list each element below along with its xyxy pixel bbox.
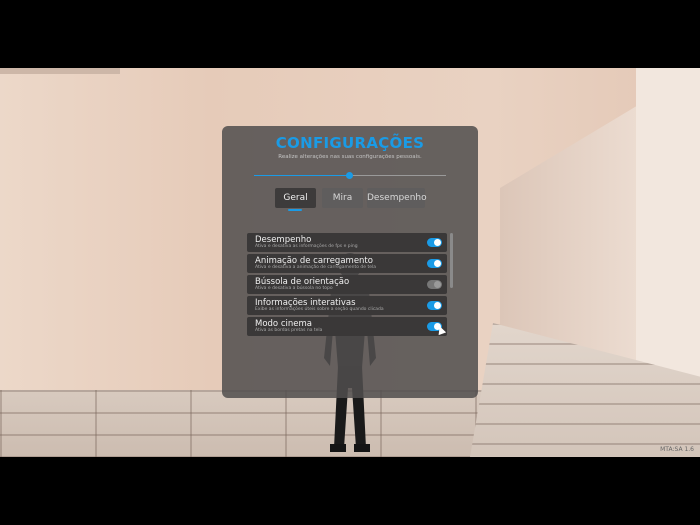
- tab-geral-label: Geral: [283, 193, 308, 203]
- toggle-knob: [434, 302, 441, 309]
- tab-mira-label: Mira: [332, 193, 353, 203]
- toggle-knob: [434, 281, 441, 288]
- settings-scrollbar[interactable]: [450, 233, 453, 288]
- active-tab-indicator: [288, 209, 302, 211]
- setting-description: Ativa e desativa a animação de carregame…: [255, 265, 377, 270]
- toggle-informacoes[interactable]: [427, 301, 442, 310]
- settings-slider-thumb[interactable]: [346, 172, 353, 179]
- toggle-desempenho[interactable]: [427, 238, 442, 247]
- settings-panel: CONFIGURAÇÕES Realize alterações nas sua…: [222, 126, 478, 398]
- setting-row-animacao: Animação de carregamento Ativa e desativ…: [247, 254, 447, 273]
- settings-title: CONFIGURAÇÕES: [275, 134, 425, 152]
- toggle-bussola[interactable]: [427, 280, 442, 289]
- setting-row-informacoes: Informações interativas Exibe as informa…: [247, 296, 447, 315]
- toggle-knob: [434, 260, 441, 267]
- ceiling-strip: [0, 68, 120, 74]
- setting-row-modo-cinema: Modo cinema Ativa as bordas pretas na te…: [247, 317, 447, 336]
- setting-description: Ativa e desativa a bússola no topo: [255, 286, 333, 291]
- settings-subtitle: Realize alterações nas suas configuraçõe…: [278, 154, 422, 160]
- toggle-knob: [434, 239, 441, 246]
- tab-desempenho[interactable]: Desempenho: [367, 188, 427, 208]
- version-watermark: MTA:SA 1.6: [660, 446, 694, 453]
- right-pillar: [636, 68, 700, 408]
- toggle-animacao[interactable]: [427, 259, 442, 268]
- setting-row-bussola: Bússola de orientação Ativa e desativa a…: [247, 275, 447, 294]
- settings-list: Desempenho Ativa e desativa as informaçõ…: [247, 233, 453, 338]
- letterbox-bottom: [0, 457, 700, 525]
- setting-description: Exibe as informações úteis sobre a seção…: [255, 307, 384, 312]
- setting-description: Ativa as bordas pretas na tela: [255, 328, 323, 333]
- setting-description: Ativa e desativa as informações de fps e…: [255, 244, 358, 249]
- tab-desempenho-label: Desempenho: [367, 193, 427, 203]
- tab-mira[interactable]: Mira: [322, 188, 363, 208]
- setting-row-desempenho: Desempenho Ativa e desativa as informaçõ…: [247, 233, 447, 252]
- settings-slider-fill: [254, 175, 350, 176]
- tab-geral[interactable]: Geral: [275, 188, 316, 211]
- letterbox-top: [0, 0, 700, 68]
